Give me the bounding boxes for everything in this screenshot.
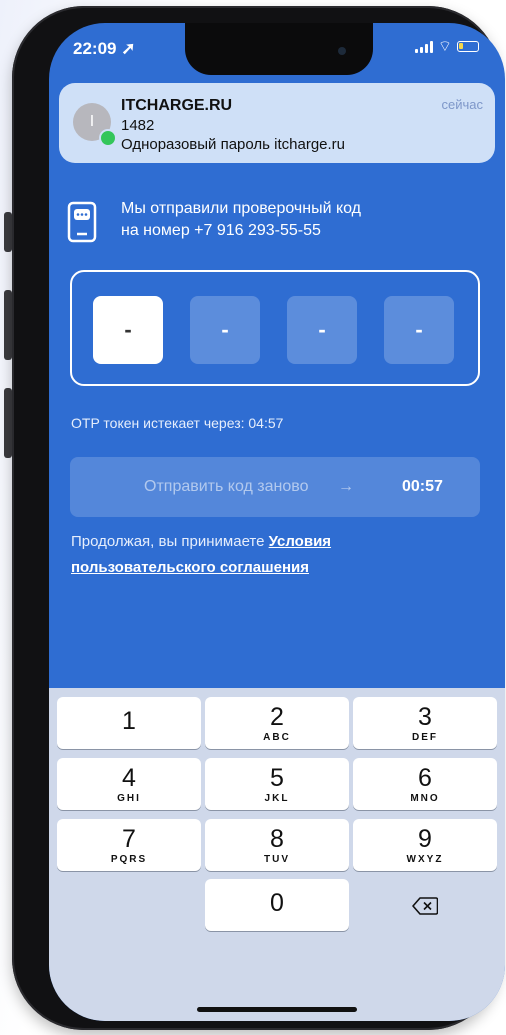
otp-digit-3[interactable]: - bbox=[287, 296, 357, 364]
phone-frame: 22:09 ➚ ⌔ I ITCHARGE.RU 1482 Одноразовый… bbox=[12, 6, 505, 1030]
notification-message: Одноразовый пароль itcharge.ru bbox=[121, 136, 346, 153]
volume-down-button bbox=[4, 388, 12, 458]
sms-phone-icon bbox=[67, 201, 97, 243]
terms-prefix: Продолжая, вы принимаете bbox=[71, 533, 269, 550]
delete-key[interactable] bbox=[353, 879, 497, 931]
phone-screen: 22:09 ➚ ⌔ I ITCHARGE.RU 1482 Одноразовый… bbox=[49, 23, 505, 1021]
key-9[interactable]: 9 WXYZ bbox=[353, 819, 497, 871]
sms-notification[interactable]: I ITCHARGE.RU 1482 Одноразовый пароль it… bbox=[59, 83, 495, 163]
signal-icon bbox=[414, 40, 433, 53]
key-1[interactable]: 1 bbox=[57, 697, 201, 749]
status-time: 22:09 ➚ bbox=[73, 39, 136, 58]
notification-code: 1482 bbox=[121, 117, 155, 134]
key-5[interactable]: 5 JKL bbox=[205, 758, 349, 810]
key-3[interactable]: 3 DEF bbox=[353, 697, 497, 749]
status-icons: ⌔ bbox=[414, 38, 479, 55]
sent-message-line2: на номер +7 916 293-55-55 bbox=[121, 222, 321, 239]
backspace-icon bbox=[412, 897, 439, 916]
resend-timer: 00:57 bbox=[402, 478, 443, 495]
key-2[interactable]: 2 ABC bbox=[205, 697, 349, 749]
notification-title: ITCHARGE.RU bbox=[121, 97, 233, 114]
camera-icon bbox=[338, 47, 346, 55]
terms-link[interactable]: Условия bbox=[269, 533, 331, 550]
otp-digit-4[interactable]: - bbox=[384, 296, 454, 364]
otp-input-group: - - - - bbox=[70, 270, 480, 386]
volume-up-button bbox=[4, 290, 12, 360]
otp-digit-1[interactable]: - bbox=[93, 296, 163, 364]
key-7[interactable]: 7 PQRS bbox=[57, 819, 201, 871]
mute-switch bbox=[4, 212, 12, 252]
resend-label: Отправить код заново bbox=[144, 478, 309, 495]
notification-time: сейчас bbox=[441, 97, 484, 112]
key-6[interactable]: 6 MNO bbox=[353, 758, 497, 810]
otp-expiry-text: OTP токен истекает через: 04:57 bbox=[71, 415, 284, 431]
wifi-icon: ⌔ bbox=[437, 38, 452, 55]
notch bbox=[185, 23, 373, 75]
key-0[interactable]: 0 bbox=[205, 879, 349, 931]
terms-text: Продолжая, вы принимаете Условия bbox=[71, 533, 331, 550]
arrow-right-icon: → bbox=[338, 478, 354, 495]
key-8[interactable]: 8 TUV bbox=[205, 819, 349, 871]
messages-badge-icon bbox=[99, 129, 117, 147]
home-indicator[interactable] bbox=[197, 1007, 357, 1012]
otp-digit-2[interactable]: - bbox=[190, 296, 260, 364]
sent-message-line1: Мы отправили проверочный код bbox=[121, 200, 362, 217]
terms-link-continued[interactable]: пользовательского соглашения bbox=[71, 559, 309, 576]
battery-icon bbox=[457, 41, 479, 52]
key-4[interactable]: 4 GHI bbox=[57, 758, 201, 810]
resend-code-button[interactable]: Отправить код заново → 00:57 bbox=[70, 457, 480, 517]
